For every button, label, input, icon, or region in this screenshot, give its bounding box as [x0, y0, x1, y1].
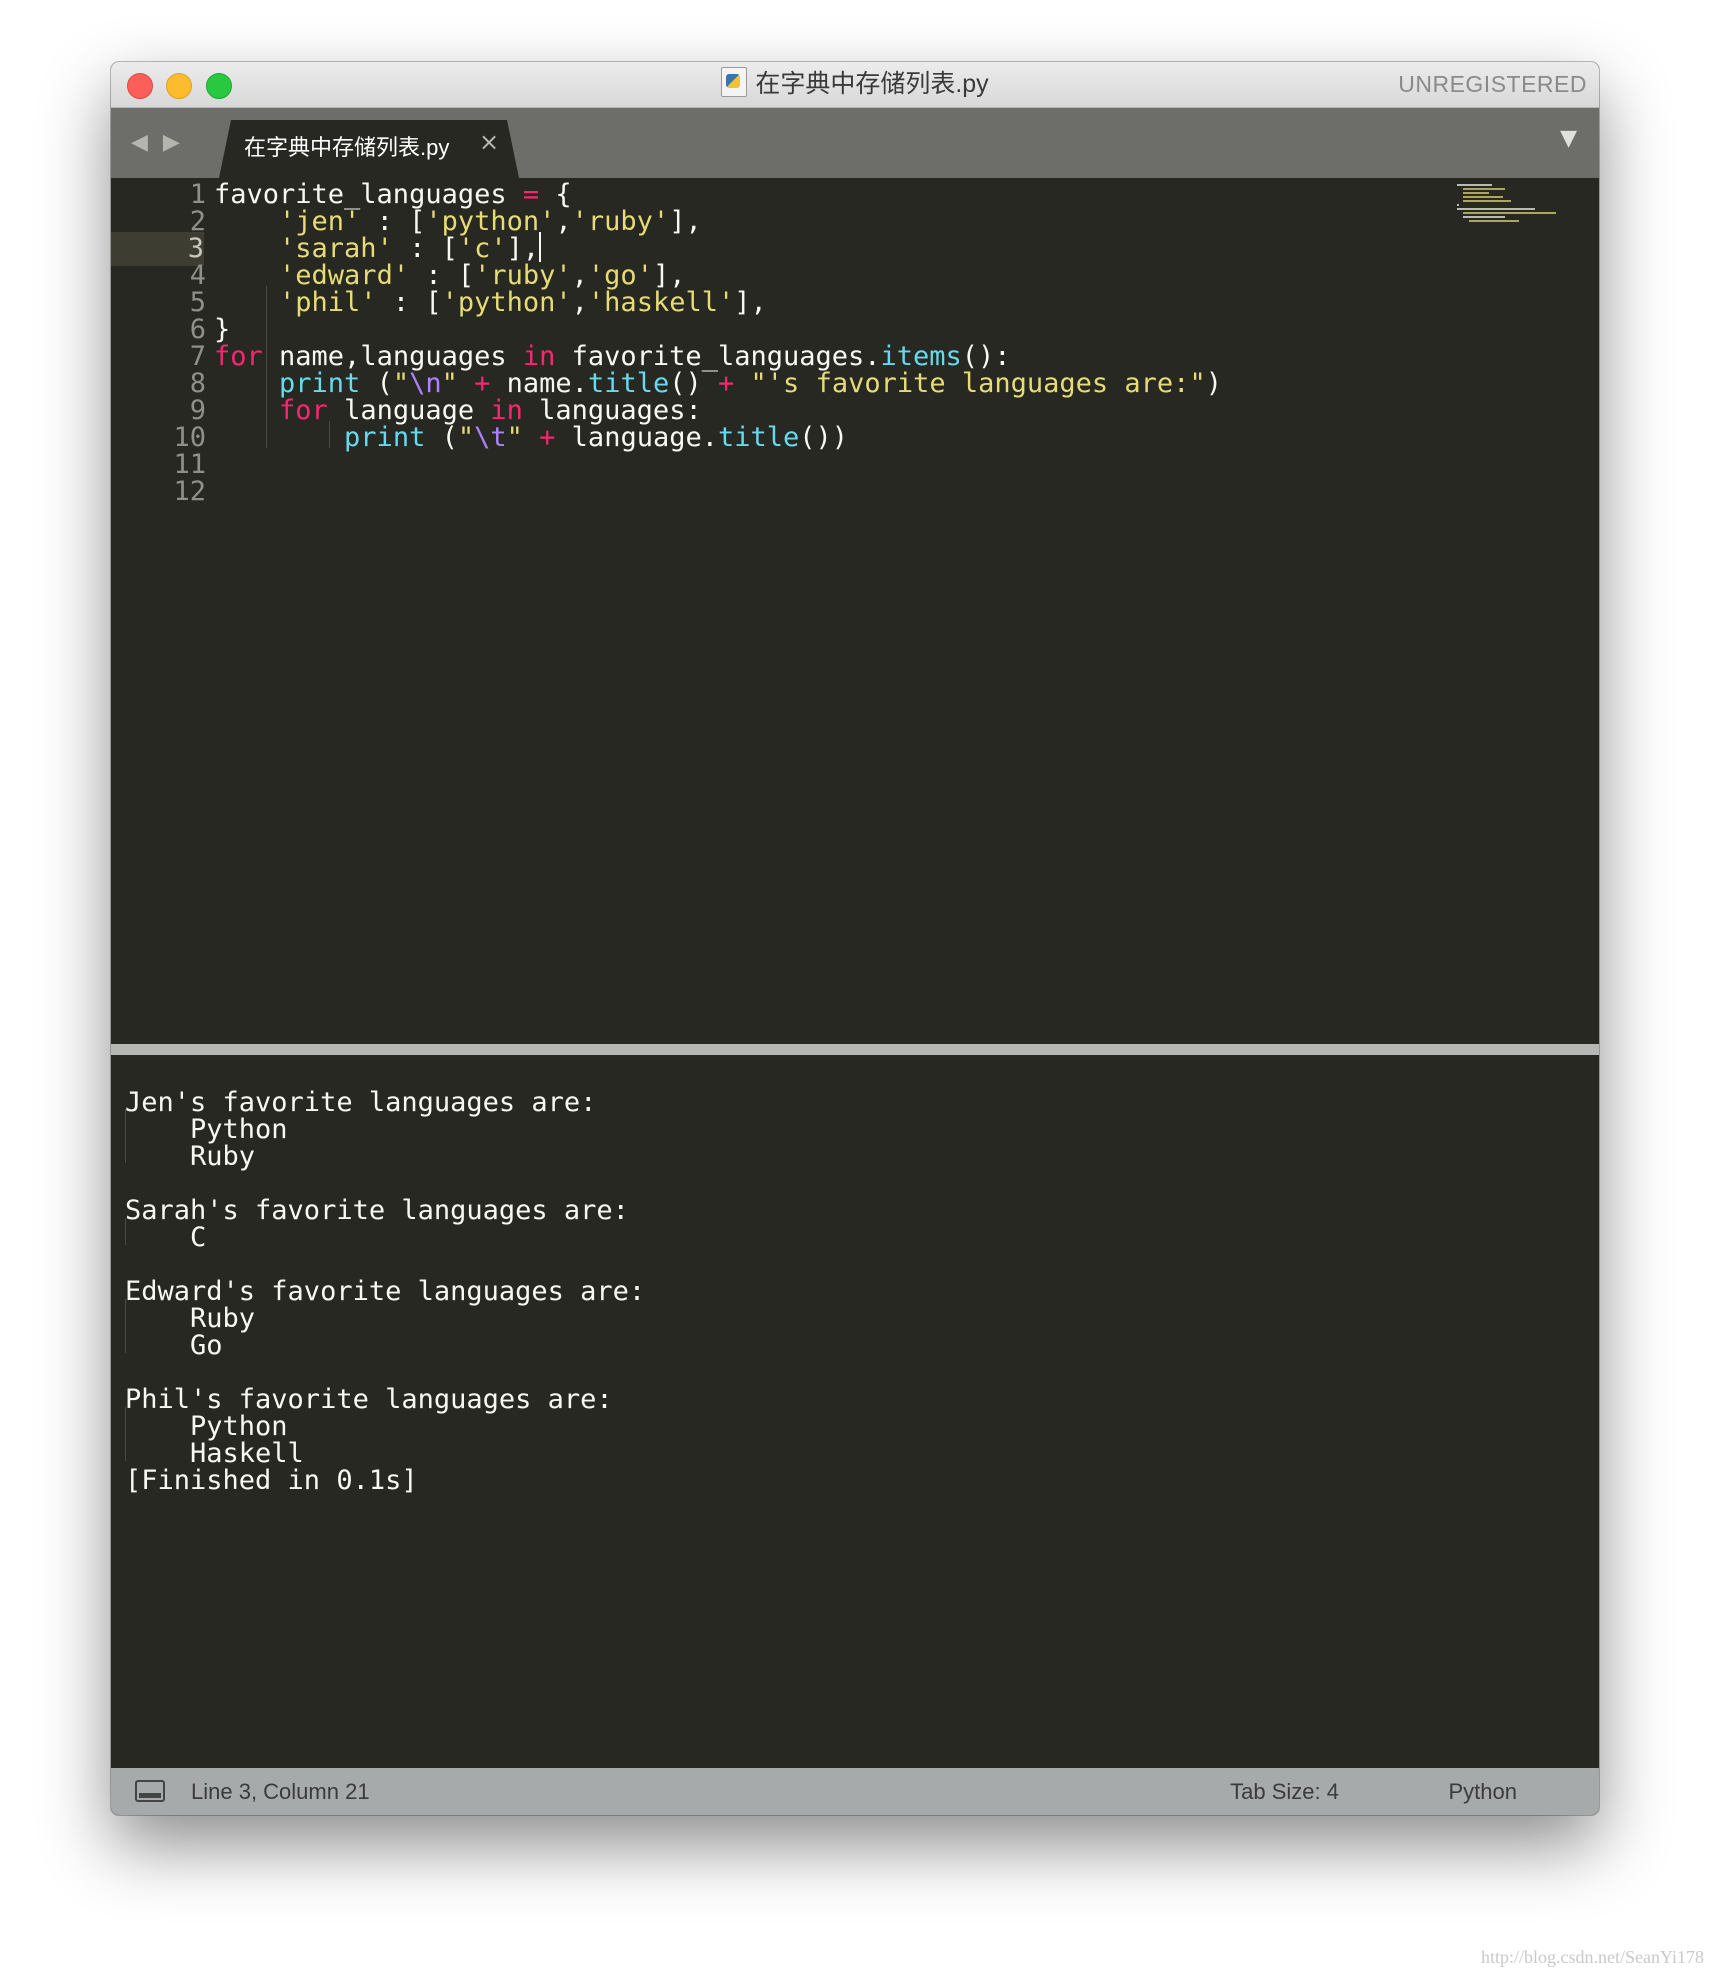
indent-guide	[329, 421, 330, 448]
minimap-line	[1463, 212, 1556, 214]
unregistered-label: UNREGISTERED	[1398, 71, 1587, 97]
text-caret	[539, 232, 542, 262]
output-line: C	[125, 1222, 207, 1253]
code-line[interactable]: 'phil' : ['python','haskell'],	[214, 286, 767, 320]
python-file-icon	[721, 67, 748, 97]
output-line: [Finished in 0.1s]	[125, 1465, 418, 1496]
line-number: 12	[173, 476, 206, 507]
tab-close-icon[interactable]: ×	[479, 128, 499, 156]
tab-bar: ◀ ▶ 在字典中存储列表.py × ▼	[111, 108, 1599, 178]
panel-divider[interactable]	[111, 1044, 1599, 1055]
minimap-line	[1463, 196, 1503, 198]
minimap-line	[1469, 220, 1519, 222]
minimap-line	[1457, 204, 1459, 206]
status-bar: Line 3, Column 21 Tab Size: 4 Python	[111, 1768, 1599, 1815]
window-title-text: 在字典中存储列表.py	[755, 70, 989, 98]
cursor-position: Line 3, Column 21	[191, 1779, 370, 1804]
panel-toggle-icon[interactable]	[135, 1780, 165, 1802]
code-editor[interactable]: 1 2 3 4 5 6 7 8 9 10 11 12 favorite_languages = { '…	[111, 178, 1599, 1044]
minimap-line	[1457, 184, 1493, 186]
indent-guide	[266, 286, 267, 448]
output-line: Ruby	[125, 1141, 256, 1172]
build-output-panel[interactable]: Jen's favorite languages are: Python Rub…	[115, 1055, 1591, 1760]
watermark: http://blog.csdn.net/SeanYi178	[1481, 1947, 1704, 1967]
tab-dropdown-icon[interactable]: ▼	[1560, 126, 1577, 151]
tab-nav-arrows-icon[interactable]: ◀ ▶	[131, 130, 184, 155]
tab-size-selector[interactable]: Tab Size: 4	[1230, 1768, 1339, 1815]
minimap-line	[1463, 200, 1511, 202]
output-line: Go	[125, 1330, 223, 1361]
syntax-selector[interactable]: Python	[1449, 1768, 1518, 1815]
minimap-line	[1463, 188, 1505, 190]
minimap-line	[1463, 192, 1489, 194]
title-bar[interactable]: 在字典中存储列表.py UNREGISTERED	[111, 62, 1599, 108]
minimap-line	[1457, 208, 1536, 210]
window-title: 在字典中存储列表.py	[111, 62, 1599, 107]
editor-window: 在字典中存储列表.py UNREGISTERED ◀ ▶ 在字典中存储列表.py…	[111, 62, 1599, 1815]
code-line[interactable]: print ("\t" + language.title())	[214, 421, 848, 455]
tab-label[interactable]: 在字典中存储列表.py	[244, 130, 449, 162]
minimap-line	[1463, 216, 1505, 218]
minimap[interactable]	[1457, 184, 1577, 234]
